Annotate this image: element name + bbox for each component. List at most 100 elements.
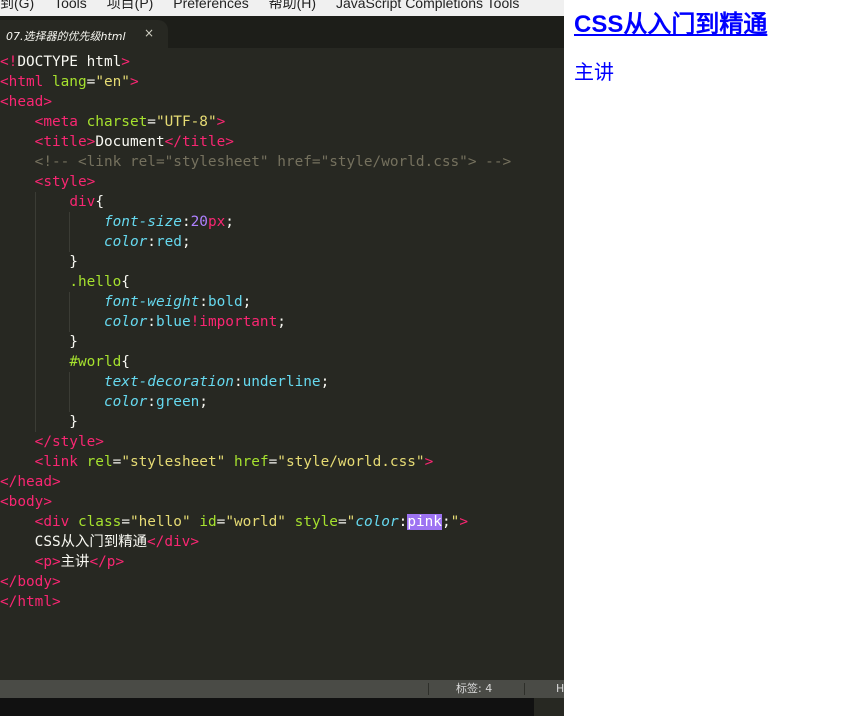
file-tab-label: 07.选择器的优先级html xyxy=(6,30,126,43)
code-token: charset xyxy=(86,114,148,130)
code-token: } xyxy=(0,414,78,430)
code-token: id xyxy=(199,514,217,530)
code-token: div xyxy=(69,194,96,210)
code-token: : xyxy=(147,394,156,410)
code-token: </div> xyxy=(147,534,199,550)
code-token: "world" xyxy=(225,514,286,530)
code-token: { xyxy=(95,194,104,210)
code-token: <p> xyxy=(34,554,61,570)
code-token: "stylesheet" xyxy=(121,454,226,470)
code-line[interactable]: <!DOCTYPE html> xyxy=(0,52,560,72)
code-line[interactable]: <body> xyxy=(0,492,560,512)
indent-guide xyxy=(35,292,36,312)
code-token: red xyxy=(155,234,182,250)
taskbar-strip xyxy=(0,698,534,716)
indent-guide xyxy=(69,372,70,392)
code-line[interactable]: </style> xyxy=(0,432,560,452)
code-line[interactable]: <style> xyxy=(0,172,560,192)
code-editor[interactable]: 到(G) Tools 项目(P) Preferences 帮助(H) JavaS… xyxy=(0,0,564,716)
code-token: <link xyxy=(34,454,87,470)
code-token: > xyxy=(129,74,139,90)
menu-item-preferences[interactable]: Preferences xyxy=(173,0,248,10)
code-token: #world xyxy=(69,354,122,370)
selected-text: pink xyxy=(407,514,442,530)
status-bar: 标签: 4 H xyxy=(0,680,564,698)
code-token: } xyxy=(0,254,78,270)
code-line[interactable]: </html> xyxy=(0,592,560,612)
code-line[interactable]: div{ xyxy=(0,192,560,212)
code-token: = xyxy=(147,114,156,130)
code-token: 20 xyxy=(190,214,208,230)
menu-item-help[interactable]: 帮助(H) xyxy=(269,0,316,10)
code-token: Document xyxy=(95,134,165,150)
indent-guide xyxy=(35,192,36,212)
menu-item-js-completions[interactable]: JavaScript Completions Tools xyxy=(336,0,519,10)
code-token: > xyxy=(459,514,468,530)
code-token: px xyxy=(207,214,226,230)
code-token: : xyxy=(147,234,156,250)
indent-guide xyxy=(35,312,36,332)
menu-item-tools[interactable]: Tools xyxy=(54,0,87,10)
indent-guide xyxy=(35,332,36,352)
code-line[interactable]: color:green; xyxy=(0,392,560,412)
code-token: rel xyxy=(86,454,113,470)
code-token: ; xyxy=(242,294,252,310)
status-divider xyxy=(524,683,525,695)
close-icon[interactable]: × xyxy=(144,26,154,40)
code-line[interactable]: </body> xyxy=(0,572,560,592)
code-token: color xyxy=(103,394,148,410)
code-token: { xyxy=(121,274,130,290)
code-line[interactable]: color:blue!important; xyxy=(0,312,560,332)
code-token: "style/world.css" xyxy=(277,454,425,470)
code-token: </title> xyxy=(164,134,234,150)
code-token: bold xyxy=(207,294,243,310)
code-line[interactable]: .hello{ xyxy=(0,272,560,292)
status-divider xyxy=(428,683,429,695)
code-line[interactable]: <div class="hello" id="world" style="col… xyxy=(0,512,560,532)
code-token: <head> xyxy=(0,94,52,110)
code-line[interactable]: text-decoration:underline; xyxy=(0,372,560,392)
code-line[interactable]: } xyxy=(0,252,560,272)
code-token: : xyxy=(147,314,156,330)
menu-item-goto[interactable]: 到(G) xyxy=(0,0,34,10)
code-line[interactable]: <html lang="en"> xyxy=(0,72,560,92)
code-token: ; xyxy=(277,314,286,330)
code-line[interactable]: color:red; xyxy=(0,232,560,252)
code-line[interactable]: <p>主讲</p> xyxy=(0,552,560,572)
code-token: class xyxy=(77,514,122,530)
code-token: color xyxy=(103,314,148,330)
indent-guide xyxy=(35,352,36,372)
code-line[interactable]: </head> xyxy=(0,472,560,492)
code-token: " xyxy=(450,514,460,530)
indent-guide xyxy=(35,252,36,272)
code-line[interactable]: <title>Document</title> xyxy=(0,132,560,152)
file-tab[interactable]: 07.选择器的优先级html × xyxy=(0,20,168,48)
code-line[interactable]: <link rel="stylesheet" href="style/world… xyxy=(0,452,560,472)
tab-size-indicator[interactable]: 标签: 4 xyxy=(456,680,492,698)
code-token: ; xyxy=(441,514,451,530)
code-line[interactable]: font-size:20px; xyxy=(0,212,560,232)
code-token: = xyxy=(216,514,226,530)
code-line[interactable]: <head> xyxy=(0,92,560,112)
code-token: blue xyxy=(155,314,191,330)
code-line[interactable]: CSS从入门到精通</div> xyxy=(0,532,560,552)
code-token: underline xyxy=(242,374,321,390)
code-token: href xyxy=(233,454,269,470)
code-line[interactable]: <!-- <link rel="stylesheet" href="style/… xyxy=(0,152,560,172)
code-line[interactable]: #world{ xyxy=(0,352,560,372)
code-line[interactable]: font-weight:bold; xyxy=(0,292,560,312)
code-line[interactable]: } xyxy=(0,332,560,352)
code-token: : xyxy=(398,514,408,530)
menu-item-project[interactable]: 项目(P) xyxy=(107,0,154,10)
code-area[interactable]: <!DOCTYPE html> <html lang="en"> <head> <m… xyxy=(0,52,560,612)
code-token: .hello xyxy=(69,274,122,290)
menu-bar: 到(G) Tools 项目(P) Preferences 帮助(H) JavaS… xyxy=(0,0,564,16)
code-line[interactable]: } xyxy=(0,412,560,432)
code-line[interactable]: <meta charset="UTF-8"> xyxy=(0,112,560,132)
